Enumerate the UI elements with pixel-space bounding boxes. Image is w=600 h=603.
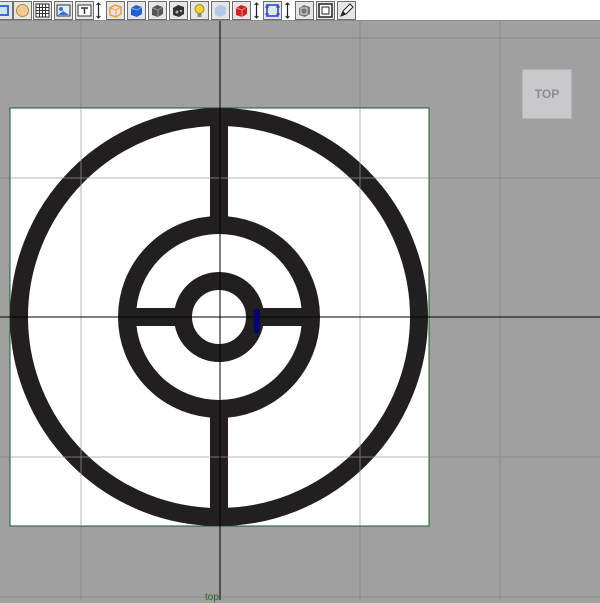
isolate-cube-icon	[299, 5, 310, 17]
select-icon	[0, 5, 9, 16]
image-plane-button[interactable]	[54, 1, 73, 20]
sphere-icon	[16, 4, 29, 17]
xray-cube-icon	[215, 5, 226, 17]
xray-button[interactable]	[211, 1, 230, 20]
solid-cube-icon	[130, 5, 143, 17]
text-icon	[77, 4, 92, 17]
shaded-cube-icon	[151, 5, 164, 17]
textured-shade-button[interactable]	[169, 1, 188, 20]
grid-button[interactable]	[33, 1, 52, 20]
film-gate-button[interactable]	[316, 1, 335, 20]
isolate-select-button[interactable]	[232, 1, 251, 20]
frame-select-icon	[265, 4, 280, 17]
sphere-button[interactable]	[13, 1, 32, 20]
wireframe-mode-button[interactable]	[106, 1, 125, 20]
red-cube-icon	[235, 5, 248, 17]
toolbar-separator	[253, 2, 260, 19]
lighting-button[interactable]	[190, 1, 209, 20]
light-bulb-icon	[194, 4, 205, 17]
textured-cube-icon	[173, 5, 184, 17]
view-cube-label: TOP	[534, 87, 560, 101]
film-gate-icon	[318, 3, 333, 18]
resolution-gate-button[interactable]	[295, 1, 314, 20]
pivot-marker[interactable]	[254, 309, 260, 333]
select-tool-button[interactable]	[0, 1, 13, 20]
viewport-top[interactable]: TOP	[0, 21, 600, 600]
frame-selection-button[interactable]	[263, 1, 282, 20]
image-plane-icon	[56, 4, 71, 17]
flat-shade-button[interactable]	[148, 1, 167, 20]
wireframe-cube-icon	[109, 4, 122, 18]
toolbar	[0, 0, 600, 21]
grid-icon	[35, 3, 50, 18]
grease-pencil-button[interactable]	[337, 1, 356, 20]
smooth-shade-button[interactable]	[127, 1, 146, 20]
text-tool-button[interactable]	[75, 1, 94, 20]
toolbar-separator	[284, 2, 291, 19]
toolbar-separator	[95, 2, 102, 19]
viewport-canvas[interactable]	[0, 21, 600, 600]
camera-name-label: top	[205, 592, 219, 603]
view-cube-top[interactable]: TOP	[522, 69, 572, 119]
pen-icon	[340, 3, 354, 17]
